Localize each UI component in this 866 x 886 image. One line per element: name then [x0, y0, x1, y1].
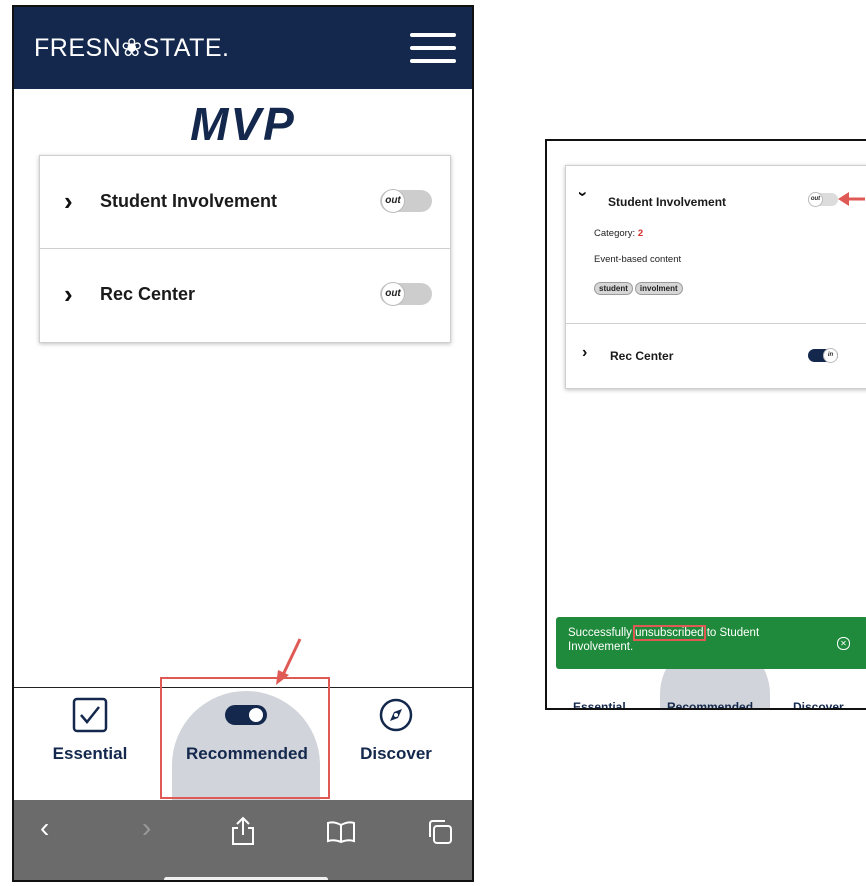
subscription-list: › Student Involvement out Category: 2 Ev…	[565, 165, 866, 389]
nav-label: Discover	[360, 744, 432, 763]
tabs-icon[interactable]	[426, 818, 454, 846]
subscribe-toggle[interactable]: in	[808, 348, 838, 363]
category-value: 2	[637, 228, 644, 239]
list-item-student-involvement[interactable]: › Student Involvement out	[40, 156, 450, 249]
toggle-knob: in	[823, 348, 838, 363]
back-icon[interactable]: ‹	[40, 812, 49, 844]
forward-icon[interactable]: ›	[142, 812, 151, 844]
toggle-knob: out	[381, 282, 405, 306]
item-description: Event-based content	[594, 254, 682, 265]
toast-text-before: Successfully	[568, 627, 636, 639]
nav-discover[interactable]: Discover	[793, 700, 844, 708]
nav-discover[interactable]: Discover	[336, 697, 456, 764]
list-item-student-involvement[interactable]: › Student Involvement out Category: 2 Ev…	[566, 166, 866, 324]
category-label: Category:	[594, 228, 636, 239]
nav-essential[interactable]: Essential	[30, 697, 150, 764]
tag: involment	[634, 282, 683, 295]
toast-highlight: unsubscribed	[633, 625, 706, 641]
item-label: Rec Center	[610, 349, 674, 363]
tag: student	[594, 282, 633, 295]
category-line: Category: 2	[594, 228, 643, 239]
chevron-right-icon[interactable]: ›	[64, 279, 73, 310]
share-icon[interactable]	[230, 816, 256, 846]
annotation-arrow-icon	[276, 638, 302, 685]
list-item-rec-center[interactable]: › Rec Center in	[566, 324, 866, 388]
menu-icon[interactable]	[410, 31, 456, 65]
nav-recommended[interactable]: Recommended	[667, 700, 753, 708]
close-icon[interactable]: ✕	[837, 637, 850, 650]
chevron-down-icon[interactable]: ›	[573, 191, 593, 197]
compass-icon	[379, 698, 413, 732]
toast-notification: Successfully unsubscribed to Student Inv…	[556, 617, 866, 669]
highlight-box-recommended	[160, 677, 330, 799]
toggle-knob: out	[381, 189, 405, 213]
tag-list: student involment	[594, 282, 685, 295]
item-label: Student Involvement	[608, 195, 727, 209]
item-label: Student Involvement	[100, 191, 278, 211]
home-indicator	[164, 877, 328, 880]
subscribe-toggle[interactable]: out	[380, 282, 432, 306]
item-label: Rec Center	[100, 284, 196, 304]
chevron-right-icon[interactable]: ›	[64, 186, 73, 217]
phone-screen-left: FRESN❀STATE. MVP › Student Involvement o…	[12, 5, 474, 882]
phone-screen-right: › Student Involvement out Category: 2 Ev…	[545, 139, 866, 710]
subscribe-toggle[interactable]: out	[808, 192, 838, 207]
checkbox-icon	[72, 697, 108, 733]
subscription-list: › Student Involvement out › Rec Center o…	[39, 155, 451, 343]
toggle-knob: out	[808, 192, 823, 207]
annotation-arrow-icon	[838, 192, 865, 206]
bookmarks-icon[interactable]	[326, 820, 356, 844]
subscribe-toggle[interactable]: out	[380, 189, 432, 213]
nav-label: Essential	[52, 744, 128, 763]
browser-toolbar: ‹ ›	[14, 800, 472, 880]
list-item-rec-center[interactable]: › Rec Center out	[40, 249, 450, 341]
toast-message: Successfully unsubscribed to Student Inv…	[568, 625, 808, 654]
app-header: FRESN❀STATE.	[14, 7, 472, 89]
nav-essential[interactable]: Essential	[573, 700, 626, 708]
page-title: MVP	[190, 98, 296, 150]
chevron-right-icon[interactable]: ›	[582, 344, 587, 362]
fresno-state-logo: FRESN❀STATE.	[34, 34, 230, 62]
